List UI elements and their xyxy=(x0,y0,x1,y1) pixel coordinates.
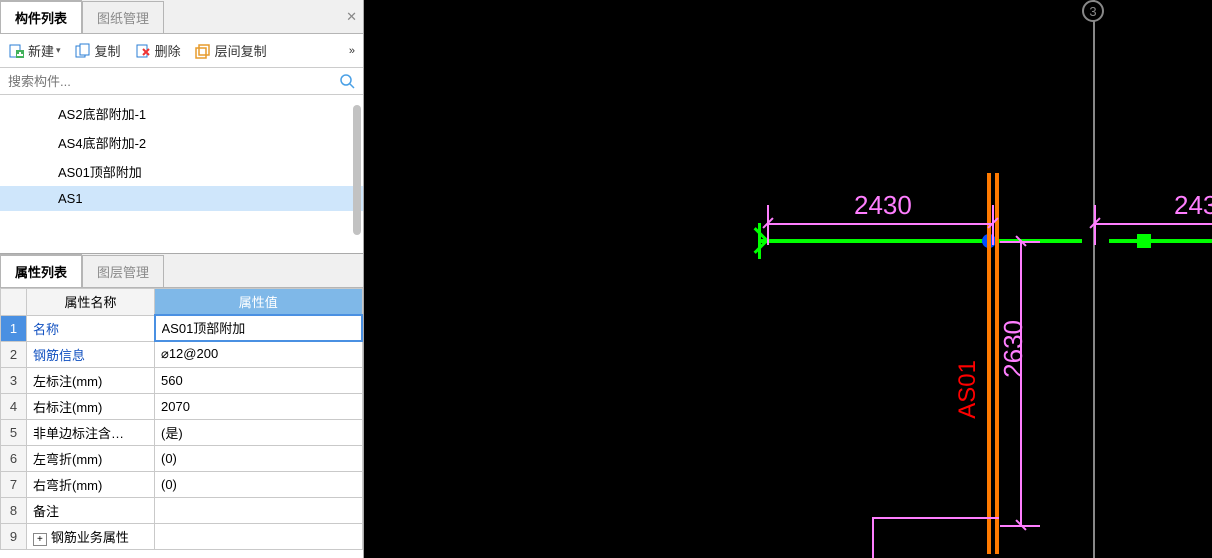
dim-line xyxy=(767,223,994,225)
floor-copy-button[interactable]: 层间复制 xyxy=(191,38,271,63)
rebar-line xyxy=(987,173,991,554)
table-row[interactable]: 3 左标注(mm) 560 xyxy=(1,367,363,393)
col-rownum xyxy=(1,289,27,316)
table-row[interactable]: 9 +钢筋业务属性 xyxy=(1,523,363,549)
table-row[interactable]: 8 备注 xyxy=(1,497,363,523)
dim-line xyxy=(1020,241,1022,527)
members-tabs: 构件列表 图纸管理 ✕ xyxy=(0,0,363,34)
slab-edge-pink xyxy=(872,517,999,519)
copy-button[interactable]: 复制 xyxy=(71,38,125,63)
grab-handle[interactable] xyxy=(1137,234,1151,248)
tab-drawings[interactable]: 图纸管理 xyxy=(82,1,164,33)
expand-icon[interactable]: + xyxy=(33,533,47,546)
list-scrollbar[interactable] xyxy=(353,105,361,235)
new-button[interactable]: 新建▾ xyxy=(4,38,65,63)
table-row[interactable]: 1 名称 xyxy=(1,315,363,341)
slab-edge-pink xyxy=(872,517,874,558)
table-row[interactable]: 5 非单边标注含… (是) xyxy=(1,419,363,445)
tick xyxy=(758,223,761,259)
list-item[interactable]: AS01顶部附加 xyxy=(0,157,363,186)
floor-copy-icon xyxy=(195,43,211,59)
list-item[interactable]: AS1 xyxy=(0,186,363,211)
new-icon xyxy=(8,43,24,59)
dim-line xyxy=(1094,223,1212,225)
search-icon[interactable] xyxy=(339,73,355,89)
prop-value-input[interactable] xyxy=(162,320,356,335)
table-row[interactable]: 4 右标注(mm) 2070 xyxy=(1,393,363,419)
col-value: 属性值 xyxy=(155,289,363,316)
drawing-canvas[interactable]: 3 2430 2430 560 xyxy=(364,0,1212,558)
tab-layers[interactable]: 图层管理 xyxy=(82,255,164,287)
dim-text: 2430 xyxy=(1174,190,1212,221)
axis-bubble: 3 xyxy=(1082,0,1104,22)
search-row xyxy=(0,68,363,95)
delete-icon xyxy=(135,43,151,59)
delete-button[interactable]: 删除 xyxy=(131,38,185,63)
dash-seg xyxy=(1199,239,1212,243)
tab-properties[interactable]: 属性列表 xyxy=(0,254,82,287)
tab-members[interactable]: 构件列表 xyxy=(0,0,82,33)
list-item[interactable]: AS2底部附加-1 xyxy=(0,99,363,128)
property-table: 属性名称 属性值 1 名称 2 钢筋信息 ⌀12@200 3 左标注(mm) 5… xyxy=(0,288,363,550)
table-row[interactable]: 2 钢筋信息 ⌀12@200 xyxy=(1,341,363,367)
toolbar-more-icon[interactable]: » xyxy=(345,45,359,57)
copy-icon xyxy=(75,43,91,59)
dim-text: 2630 xyxy=(998,320,1029,378)
property-tabs: 属性列表 图层管理 xyxy=(0,254,363,288)
search-input[interactable] xyxy=(8,74,339,89)
table-row[interactable]: 6 左弯折(mm) (0) xyxy=(1,445,363,471)
panel-close-icon[interactable]: ✕ xyxy=(346,9,357,25)
members-toolbar: 新建▾ 复制 删除 层间复制 » xyxy=(0,34,363,68)
members-list: AS2底部附加-1 AS4底部附加-2 AS01顶部附加 AS1 xyxy=(0,95,363,253)
rebar-label: AS01 xyxy=(954,360,982,419)
col-name: 属性名称 xyxy=(27,289,155,316)
property-section: 属性列表 图层管理 属性名称 属性值 1 名称 2 钢筋信息 ⌀12@200 xyxy=(0,253,363,558)
dim-text: 2430 xyxy=(854,190,912,221)
list-item[interactable]: AS4底部附加-2 xyxy=(0,128,363,157)
table-row[interactable]: 7 右弯折(mm) (0) xyxy=(1,471,363,497)
left-panel: 构件列表 图纸管理 ✕ 新建▾ 复制 删除 层间复制 » AS2底部附加-1 A… xyxy=(0,0,364,558)
dash-seg xyxy=(1156,239,1184,243)
